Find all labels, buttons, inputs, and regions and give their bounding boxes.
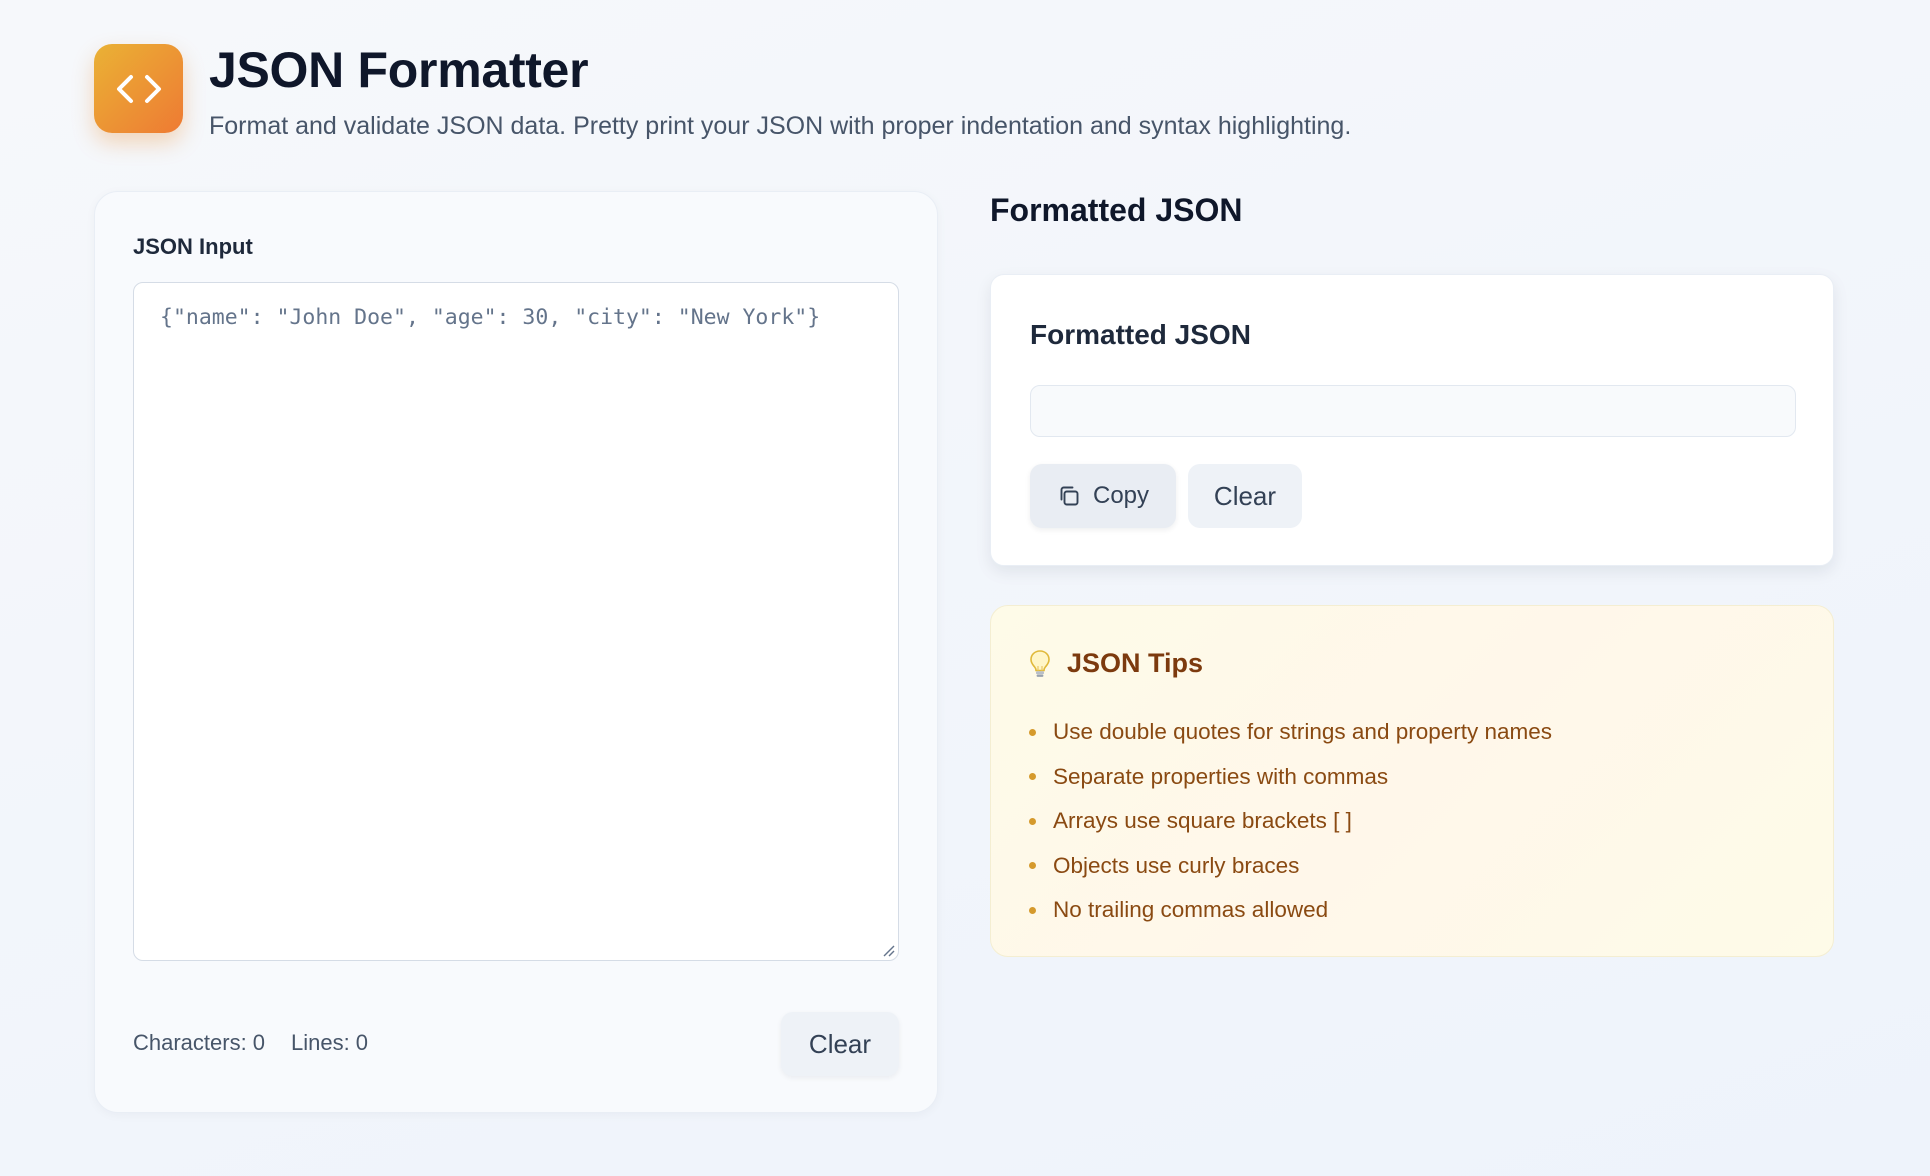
tips-list: Use double quotes for strings and proper… xyxy=(1029,710,1552,933)
json-input-label: JSON Input xyxy=(133,234,253,259)
clear-output-button[interactable]: Clear xyxy=(1188,464,1302,528)
formatted-output-card: Formatted JSON Copy Clear xyxy=(990,274,1834,566)
output-heading: Formatted JSON xyxy=(990,192,1243,228)
bullet-icon xyxy=(1029,862,1036,870)
tip-item: Separate properties with commas xyxy=(1029,755,1552,800)
page-subtitle: Format and validate JSON data. Pretty pr… xyxy=(209,112,1352,140)
tips-title: JSON Tips xyxy=(1067,648,1204,678)
json-tips-card: JSON Tips Use double quotes for strings … xyxy=(990,605,1834,957)
characters-label: Characters: xyxy=(133,1030,247,1055)
copy-icon xyxy=(1057,484,1081,508)
page-header: JSON Formatter Format and validate JSON … xyxy=(94,44,1351,141)
output-card-title: Formatted JSON xyxy=(1030,319,1251,350)
tip-item: Arrays use square brackets [ ] xyxy=(1029,799,1552,844)
json-input-placeholder: {"name": "John Doe", "age": 30, "city": … xyxy=(160,305,821,330)
clear-input-button[interactable]: Clear xyxy=(781,1012,899,1076)
json-input-textarea[interactable]: {"name": "John Doe", "age": 30, "city": … xyxy=(133,282,899,961)
lines-count: 0 xyxy=(355,1030,368,1055)
bullet-icon xyxy=(1029,728,1036,736)
formatted-output-box[interactable] xyxy=(1030,385,1796,437)
characters-count: 0 xyxy=(252,1030,265,1055)
copy-button[interactable]: Copy xyxy=(1030,464,1176,528)
tip-item: No trailing commas allowed xyxy=(1029,888,1552,933)
app-logo xyxy=(94,44,183,133)
lines-label: Lines: xyxy=(290,1030,350,1055)
json-input-card: JSON Input {"name": "John Doe", "age": 3… xyxy=(94,191,938,1113)
tip-item: Objects use curly braces xyxy=(1029,844,1552,889)
page-title: JSON Formatter xyxy=(209,42,589,98)
bullet-icon xyxy=(1029,817,1036,825)
bullet-icon xyxy=(1029,773,1036,781)
input-stats: Characters: 0 Lines: 0 xyxy=(133,1030,368,1056)
code-brackets-icon xyxy=(114,72,164,106)
tip-item: Use double quotes for strings and proper… xyxy=(1029,710,1552,755)
lightbulb-icon xyxy=(1029,649,1051,679)
bullet-icon xyxy=(1029,906,1036,914)
copy-button-label: Copy xyxy=(1092,482,1150,509)
resize-handle-icon[interactable] xyxy=(881,943,895,957)
